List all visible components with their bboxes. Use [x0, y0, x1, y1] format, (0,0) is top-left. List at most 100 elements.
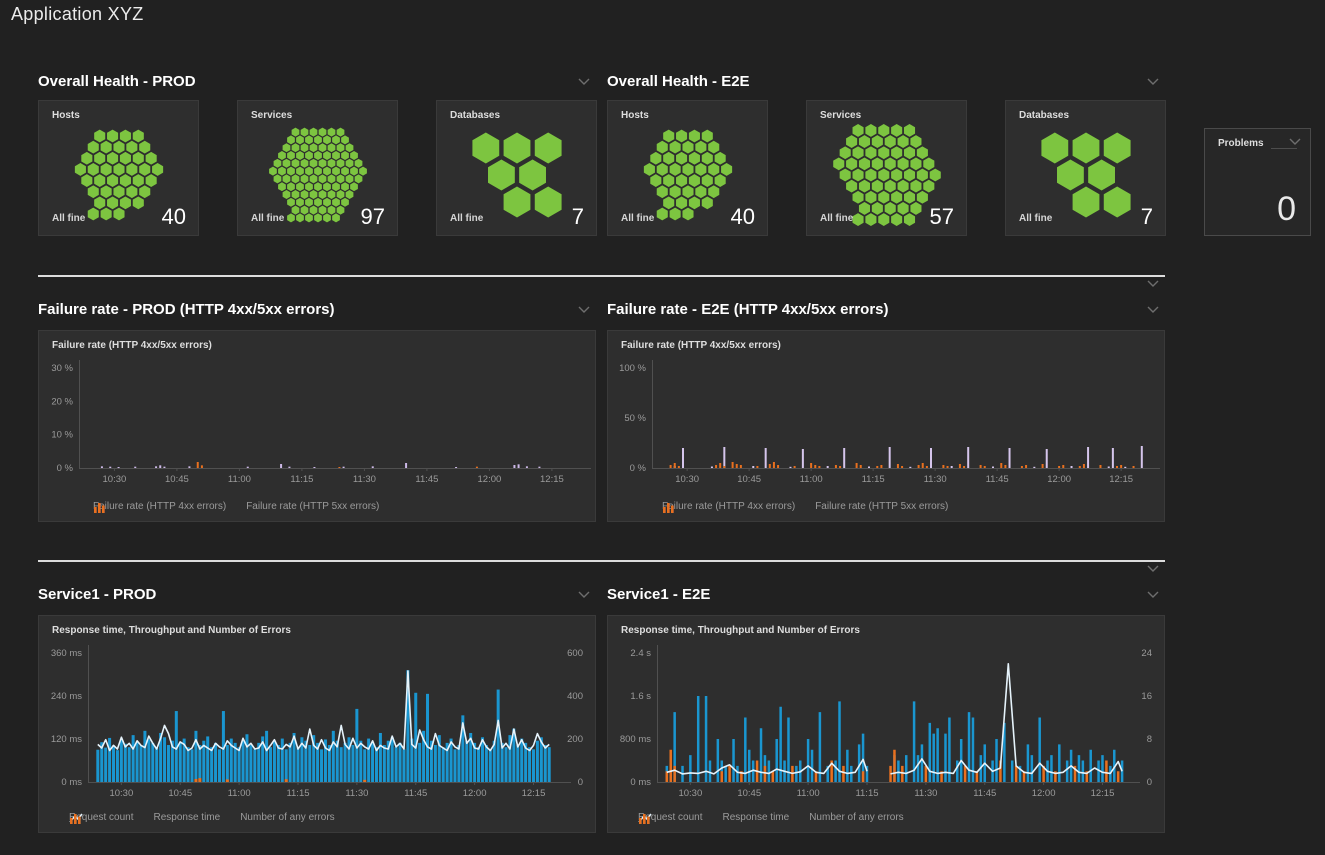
svg-text:11:00: 11:00	[228, 788, 251, 799]
entity-count: 40	[162, 204, 186, 230]
legend-item-response-time[interactable]: Response time	[154, 812, 221, 823]
legend-label: Failure rate (HTTP 4xx errors)	[662, 501, 795, 512]
legend-label: Number of any errors	[809, 812, 903, 823]
svg-text:12:00: 12:00	[1032, 788, 1056, 799]
health-tile[interactable]: Databases All fine 7	[1005, 100, 1166, 236]
chevron-down-icon[interactable]	[1147, 591, 1159, 598]
chevron-down-icon[interactable]	[1147, 78, 1159, 85]
section-header-overall-prod: Overall Health - PROD	[38, 72, 590, 90]
svg-text:11:30: 11:30	[924, 474, 947, 485]
svg-text:0 %: 0 %	[630, 463, 647, 474]
entity-count: 7	[1141, 204, 1153, 230]
bar-series-icon	[662, 501, 676, 513]
svg-text:0: 0	[578, 777, 583, 788]
chart-legend: Failure rate (HTTP 4xx errors) Failure ra…	[93, 501, 379, 512]
chevron-down-icon[interactable]	[578, 78, 590, 85]
svg-text:0 %: 0 %	[57, 463, 74, 474]
svg-text:10:45: 10:45	[168, 788, 192, 799]
svg-text:24: 24	[1141, 648, 1152, 659]
health-tile[interactable]: Databases All fine 7	[436, 100, 597, 236]
chevron-down-icon[interactable]	[1147, 565, 1159, 572]
svg-text:10:30: 10:30	[109, 788, 133, 799]
svg-text:10 %: 10 %	[51, 430, 73, 441]
problems-count: 0	[1277, 190, 1296, 229]
legend-item-response-time[interactable]: Response time	[723, 812, 790, 823]
failure-rate-e2e-chart-tile[interactable]: Failure rate (HTTP 4xx/5xx errors) 100 %…	[607, 330, 1165, 522]
legend-item-number-of-any-errors[interactable]: Number of any errors	[240, 812, 334, 823]
svg-text:8: 8	[1147, 734, 1152, 745]
legend-label: Failure rate (HTTP 5xx errors)	[246, 501, 379, 512]
legend-item-failure-rate-http-4xx-errors-[interactable]: Failure rate (HTTP 4xx errors)	[93, 501, 226, 512]
entity-count: 97	[361, 204, 385, 230]
health-tile[interactable]: Hosts All fine 40	[38, 100, 199, 236]
svg-text:11:45: 11:45	[986, 474, 1009, 485]
svg-text:10:30: 10:30	[675, 474, 699, 485]
health-tile[interactable]: Services All fine 97	[237, 100, 398, 236]
svg-text:10:45: 10:45	[737, 788, 761, 799]
svg-text:11:00: 11:00	[800, 474, 823, 485]
failure-rate-prod-chart-tile[interactable]: Failure rate (HTTP 4xx/5xx errors) 30 %2…	[38, 330, 596, 522]
svg-text:11:30: 11:30	[353, 474, 376, 485]
section-divider	[38, 560, 1165, 562]
svg-text:20 %: 20 %	[51, 396, 73, 407]
svg-text:12:15: 12:15	[1091, 788, 1115, 799]
svg-text:11:30: 11:30	[345, 788, 368, 799]
chevron-down-icon[interactable]	[1289, 138, 1301, 145]
health-status-label: All fine	[251, 213, 284, 224]
section-title: Overall Health - PROD	[38, 73, 196, 90]
chart-plot[interactable]: 100 %50 %0 %10:3010:4511:0011:1511:3011:…	[608, 331, 1164, 523]
health-tile[interactable]: Hosts All fine 40	[607, 100, 768, 236]
legend-item-failure-rate-http-5xx-errors-[interactable]: Failure rate (HTTP 5xx errors)	[815, 501, 948, 512]
section-title: Overall Health - E2E	[607, 73, 750, 90]
chart-content: Response time, Throughput and Number of …	[39, 616, 595, 832]
legend-label: Response time	[154, 812, 221, 823]
svg-text:10:45: 10:45	[165, 474, 189, 485]
chevron-down-icon[interactable]	[578, 306, 590, 313]
section-header-failure-prod: Failure rate - PROD (HTTP 4xx/5xx errors…	[38, 300, 590, 318]
legend-item-failure-rate-http-5xx-errors-[interactable]: Failure rate (HTTP 5xx errors)	[246, 501, 379, 512]
health-status-label: All fine	[1019, 213, 1052, 224]
svg-text:30 %: 30 %	[51, 363, 73, 374]
chevron-down-icon[interactable]	[578, 591, 590, 598]
chart-legend: Request countResponse timeNumber of any …	[638, 812, 904, 823]
svg-text:120 ms: 120 ms	[51, 734, 82, 745]
svg-text:12:00: 12:00	[478, 474, 502, 485]
section-header-service-prod: Service1 - PROD	[38, 585, 590, 603]
svg-text:0 ms: 0 ms	[630, 777, 651, 788]
svg-text:12:15: 12:15	[522, 788, 546, 799]
svg-text:2.4 s: 2.4 s	[630, 648, 651, 659]
problems-tile[interactable]: Problems 0	[1204, 128, 1311, 236]
svg-text:0: 0	[1147, 777, 1152, 788]
legend-item-number-of-any-errors[interactable]: Number of any errors	[809, 812, 903, 823]
svg-text:11:30: 11:30	[914, 788, 937, 799]
legend-label: Failure rate (HTTP 5xx errors)	[815, 501, 948, 512]
svg-text:11:15: 11:15	[855, 788, 878, 799]
health-status-label: All fine	[820, 213, 853, 224]
chart-plot[interactable]: 30 %20 %10 %0 %10:3010:4511:0011:1511:30…	[39, 331, 595, 523]
svg-text:11:45: 11:45	[973, 788, 996, 799]
chart-plot[interactable]: 360 ms240 ms120 ms0 ms600400200010:3010:…	[39, 616, 595, 834]
section-title: Service1 - PROD	[38, 586, 156, 603]
problems-sparkline-placeholder	[1271, 148, 1297, 149]
legend-label: Number of any errors	[240, 812, 334, 823]
chart-content: Failure rate (HTTP 4xx/5xx errors) 30 %2…	[39, 331, 595, 521]
section-title: Service1 - E2E	[607, 586, 710, 603]
chevron-down-icon[interactable]	[1147, 306, 1159, 313]
entity-count: 7	[572, 204, 584, 230]
svg-text:600: 600	[567, 648, 583, 659]
chart-plot[interactable]: 2.4 s1.6 s800 ms0 ms24168010:3010:4511:0…	[608, 616, 1164, 834]
section-header-failure-e2e: Failure rate - E2E (HTTP 4xx/5xx errors)	[607, 300, 1159, 318]
svg-text:0 ms: 0 ms	[61, 777, 82, 788]
chevron-down-icon[interactable]	[1147, 280, 1159, 287]
svg-text:10:30: 10:30	[678, 788, 702, 799]
page-title: Application XYZ	[11, 4, 144, 25]
svg-text:200: 200	[567, 734, 583, 745]
service1-prod-chart-tile[interactable]: Response time, Throughput and Number of …	[38, 615, 596, 833]
health-tile[interactable]: Services All fine 57	[806, 100, 967, 236]
svg-text:50 %: 50 %	[624, 413, 646, 424]
service1-e2e-chart-tile[interactable]: Response time, Throughput and Number of …	[607, 615, 1165, 833]
chart-legend: Request countResponse timeNumber of any …	[69, 812, 335, 823]
tile-title: Problems	[1218, 138, 1264, 149]
chart-content: Failure rate (HTTP 4xx/5xx errors) 100 %…	[608, 331, 1164, 521]
legend-item-failure-rate-http-4xx-errors-[interactable]: Failure rate (HTTP 4xx errors)	[662, 501, 795, 512]
